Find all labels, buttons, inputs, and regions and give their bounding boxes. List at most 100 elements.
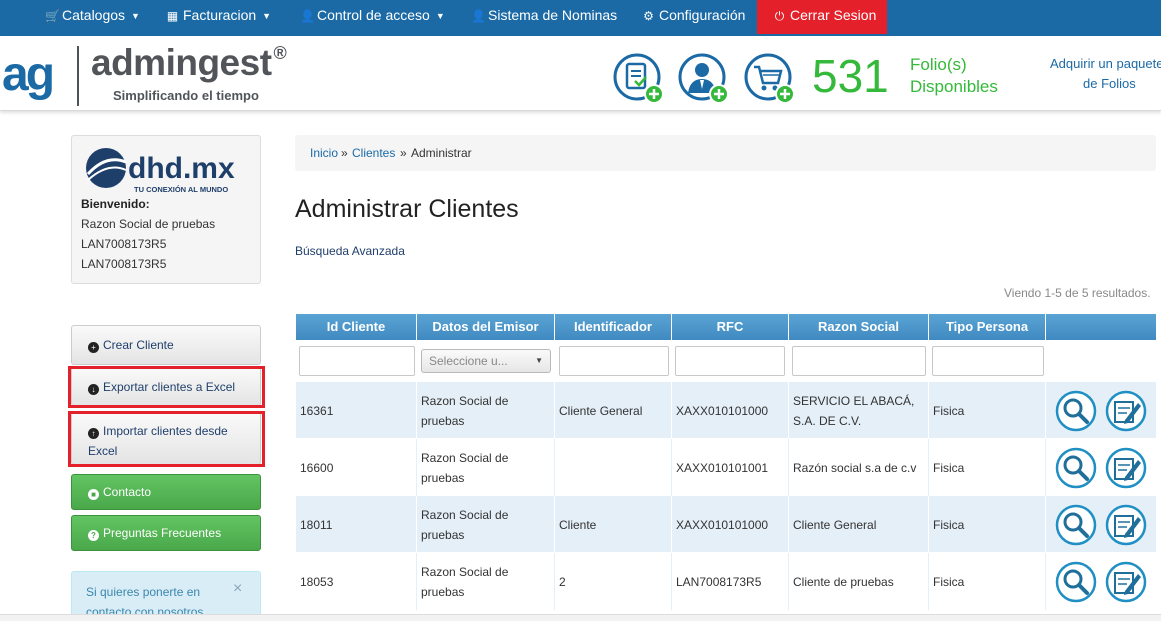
breadcrumb: Inicio » Clientes » Administrar xyxy=(295,135,1156,171)
cell-tipo: Fisica xyxy=(929,439,1046,496)
plus-circle-icon: + xyxy=(88,342,99,353)
cell-razon: Cliente de pruebas xyxy=(789,553,929,610)
add-user-icon[interactable] xyxy=(678,53,730,105)
column-actions xyxy=(1046,314,1156,340)
filter-rfc-input[interactable] xyxy=(675,346,785,376)
profile-company: Razon Social de pruebas xyxy=(81,217,216,231)
cell-identificador-text: Cliente xyxy=(559,517,597,532)
sidebar-button-contacto[interactable]: ■ Contacto xyxy=(71,474,261,510)
chevron-down-icon: ▼ xyxy=(435,11,445,21)
upload-circle-icon: ↑ xyxy=(88,428,99,439)
logout-button[interactable]: ⏻ Cerrar Sesion xyxy=(773,0,877,30)
column-identificador[interactable]: Identificador xyxy=(555,314,672,340)
table-header: Id Cliente Datos del Emisor Identificado… xyxy=(296,314,1156,340)
cell-emisor-text: Razon Social de pruebas xyxy=(421,450,509,485)
nav-item-catalogos[interactable]: 🛒 Catalogos ▼ xyxy=(45,0,140,30)
edit-icon[interactable] xyxy=(1105,504,1147,546)
cell-rfc-text: XAXX010101000 xyxy=(676,403,769,418)
nav-item-label: Control de acceso xyxy=(317,7,430,23)
dhd-logo-text: dhd.mx xyxy=(128,152,235,185)
column-id-cliente[interactable]: Id Cliente xyxy=(296,314,417,340)
qrcode-icon: ▦ xyxy=(166,9,179,23)
table-row: 18011 Razon Social de pruebas Cliente XAXX0… xyxy=(296,496,1156,553)
filter-emisor-select[interactable]: Seleccione u... ▼ xyxy=(421,349,551,373)
buy-folios-link[interactable]: Adquirir un paquete xyxy=(1050,56,1161,71)
breadcrumb-clientes[interactable]: Clientes xyxy=(352,146,395,160)
filter-emisor-select-value: Seleccione u... xyxy=(429,354,508,368)
chat-icon: ■ xyxy=(88,489,99,500)
app-window: 🛒 Catalogos ▼ ▦ Facturacion ▼ 👤 Control de acce… xyxy=(0,0,1161,621)
brand-name: admingest ® xyxy=(91,42,287,84)
sidebar-button-crear-cliente[interactable]: + Crear Cliente xyxy=(71,325,261,365)
top-navbar: 🛒 Catalogos ▼ ▦ Facturacion ▼ 👤 Control de acce… xyxy=(0,0,1161,36)
welcome-label: Bienvenido: xyxy=(81,197,150,211)
cell-tipo-text: Fisica xyxy=(933,517,965,532)
column-datos-emisor[interactable]: Datos del Emisor xyxy=(417,314,555,340)
view-icon[interactable] xyxy=(1055,561,1097,603)
cell-tipo: Fisica xyxy=(929,496,1046,553)
filter-row: Seleccione u... ▼ xyxy=(296,340,1156,382)
cell-razon: SERVICIO EL ABACÁ, S.A. DE C.V. xyxy=(789,382,929,439)
app-header: ag admingest ® Simplificando el tiempo 5… xyxy=(0,36,1161,111)
cell-emisor: Razon Social de pruebas xyxy=(417,382,555,439)
cell-emisor-text: Razon Social de pruebas xyxy=(421,564,509,599)
cell-razon-text: Cliente de pruebas xyxy=(793,574,894,589)
cell-identificador: 2 xyxy=(555,553,672,610)
cell-rfc-text: XAXX010101001 xyxy=(676,460,769,475)
breadcrumb-separator: » xyxy=(400,146,407,160)
view-icon[interactable] xyxy=(1055,390,1097,432)
cell-emisor: Razon Social de pruebas xyxy=(417,553,555,610)
cell-id: 16361 xyxy=(296,382,417,439)
cell-id-text: 16361 xyxy=(300,403,334,418)
buy-folios-link-line2[interactable]: de Folios xyxy=(1083,76,1136,91)
cart-icon: 🛒 xyxy=(45,9,60,23)
breadcrumb-inicio[interactable]: Inicio xyxy=(310,146,338,160)
column-tipo-persona[interactable]: Tipo Persona xyxy=(929,314,1046,340)
nav-item-label: Configuración xyxy=(659,7,746,23)
edit-icon[interactable] xyxy=(1105,447,1147,489)
gear-icon: ⚙ xyxy=(643,9,654,23)
folio-label: Folio(s) xyxy=(910,55,967,74)
nav-item-sistema-de-nominas[interactable]: 👤 Sistema de Nominas xyxy=(471,0,617,30)
power-icon: ⏻ xyxy=(774,9,785,23)
column-rfc[interactable]: RFC xyxy=(672,314,789,340)
filter-identificador-input[interactable] xyxy=(559,346,669,376)
cell-identificador-text: Cliente General xyxy=(559,403,643,418)
edit-icon[interactable] xyxy=(1105,390,1147,432)
cell-razon: Cliente General xyxy=(789,496,929,553)
add-to-cart-icon[interactable] xyxy=(744,53,796,105)
profile-card: dhd.mx TU CONEXIÓN AL MUNDO Bienvenido: … xyxy=(71,135,261,284)
logout-label: Cerrar Sesion xyxy=(790,7,877,23)
sidebar-button-exportar-clientes-a-excel[interactable]: ↓ Exportar clientes a Excel xyxy=(71,367,261,406)
cell-emisor-text: Razon Social de pruebas xyxy=(421,507,509,542)
breadcrumb-separator: » xyxy=(341,146,348,160)
cell-rfc-text: LAN7008173R5 xyxy=(676,574,762,589)
advanced-search-link[interactable]: Búsqueda Avanzada xyxy=(295,244,405,258)
dhd-logo-icon: dhd.mx TU CONEXIÓN AL MUNDO xyxy=(86,148,235,194)
cell-id: 16600 xyxy=(296,439,417,496)
filter-id-cliente-input[interactable] xyxy=(299,346,415,376)
cell-rfc: XAXX010101000 xyxy=(672,382,789,439)
brand-tagline: Simplificando el tiempo xyxy=(113,88,259,103)
edit-icon[interactable] xyxy=(1105,561,1147,603)
breadcrumb-current: Administrar xyxy=(411,146,472,160)
cell-id-text: 16600 xyxy=(300,460,334,475)
column-razon-social[interactable]: Razon Social xyxy=(789,314,929,340)
cell-emisor: Razon Social de pruebas xyxy=(417,439,555,496)
view-icon[interactable] xyxy=(1055,504,1097,546)
nav-item-control-de-acceso[interactable]: 👤 Control de acceso ▼ xyxy=(300,0,445,30)
sidebar-button-preguntas-frecuentes[interactable]: ? Preguntas Frecuentes xyxy=(71,515,261,551)
view-icon[interactable] xyxy=(1055,447,1097,489)
sidebar-button-importar-clientes-desde-excel[interactable]: ↑ Importar clientes desde Excel xyxy=(71,412,261,465)
nav-item-configuraci-n[interactable]: ⚙ Configuración xyxy=(642,0,745,30)
cell-tipo-text: Fisica xyxy=(933,460,965,475)
close-icon[interactable]: × xyxy=(233,580,242,598)
filter-razon-social-input[interactable] xyxy=(792,346,926,376)
registered-mark: ® xyxy=(273,43,287,63)
cell-tipo: Fisica xyxy=(929,382,1046,439)
logo-separator xyxy=(77,46,79,106)
nav-item-facturacion[interactable]: ▦ Facturacion ▼ xyxy=(166,0,271,30)
question-circle-icon: ? xyxy=(88,530,99,541)
filter-tipo-persona-input[interactable] xyxy=(932,346,1044,376)
new-invoice-icon[interactable] xyxy=(613,53,665,105)
